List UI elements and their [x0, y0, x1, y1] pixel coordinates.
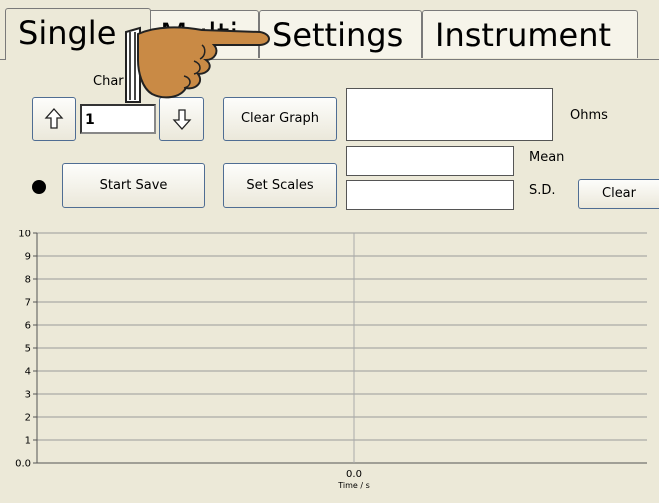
y-tick-label: 8 [25, 275, 31, 286]
y-tick-label: 6 [25, 321, 31, 332]
tab-settings-label: Settings [272, 16, 404, 54]
resistance-readout [346, 88, 553, 141]
start-save-button[interactable]: Start Save [62, 163, 205, 208]
y-tick-label: 9 [25, 252, 31, 263]
sd-readout [346, 180, 514, 210]
y-tick-label: 0.0 [15, 459, 31, 470]
arrow-down-icon [172, 109, 191, 130]
tab-settings[interactable]: Settings [259, 10, 422, 58]
channel-value: 1 [85, 112, 95, 128]
sd-label: S.D. [529, 183, 556, 198]
hand-pointer-cursor [125, 26, 270, 103]
resistance-unit: Ohms [570, 108, 608, 123]
set-scales-button[interactable]: Set Scales [223, 163, 337, 208]
channel-up-button[interactable] [32, 97, 76, 141]
tab-single-label: Single [18, 14, 117, 52]
y-tick-label: 7 [25, 298, 31, 309]
y-tick-label: 2 [25, 413, 31, 424]
save-indicator [32, 180, 46, 194]
y-tick-label: 3 [25, 390, 31, 401]
clear-button[interactable]: Clear [578, 179, 659, 209]
mean-readout [346, 146, 514, 176]
tab-instrument-label: Instrument [435, 16, 612, 54]
channel-input[interactable]: 1 [80, 104, 156, 134]
x-tick-label: 0.0 [346, 469, 362, 480]
y-tick-label: 5 [25, 344, 31, 355]
arrow-up-icon [44, 108, 64, 129]
y-tick-label: 4 [25, 367, 31, 378]
graph: 0.0123456789100.0Time / s [15, 230, 647, 490]
y-tick-label: 1 [25, 436, 31, 447]
x-axis-label: Time / s [337, 481, 370, 490]
mean-label: Mean [529, 150, 565, 165]
tab-instrument[interactable]: Instrument [422, 10, 638, 58]
y-tick-label: 10 [18, 230, 31, 240]
